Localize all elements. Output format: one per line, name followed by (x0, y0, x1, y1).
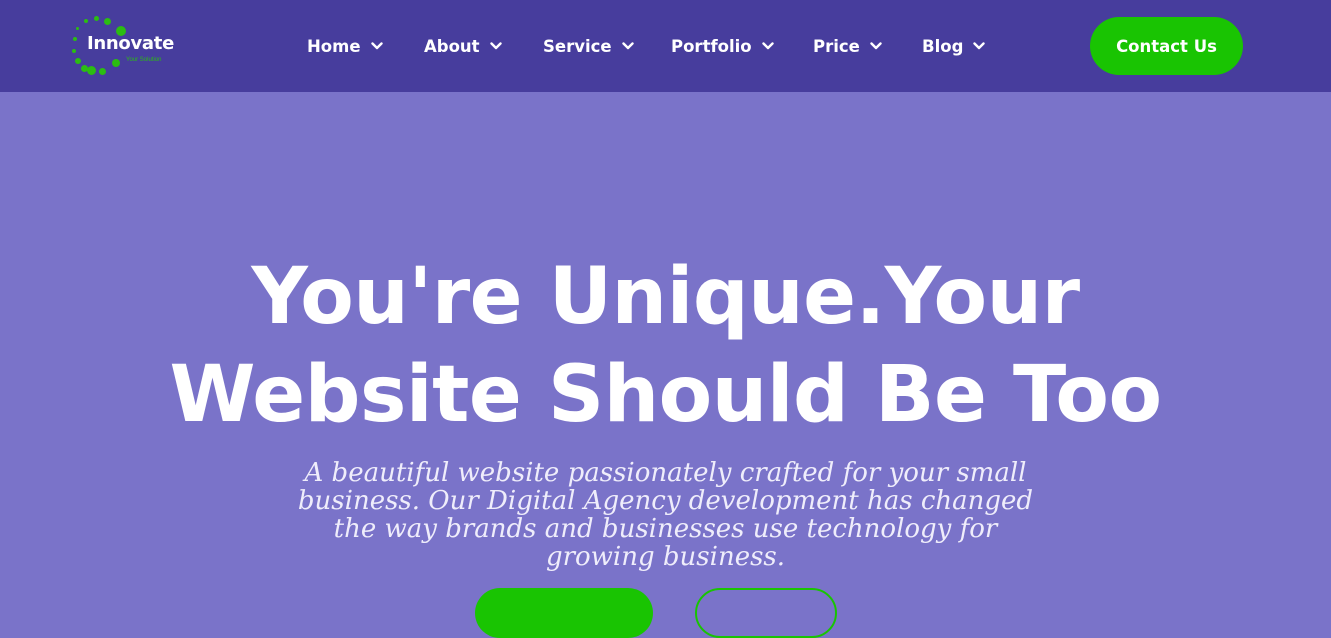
hero-subtitle-line: business. Our Digital Agency development… (297, 486, 1034, 516)
chevron-down-icon (489, 42, 502, 50)
hero-secondary-button[interactable] (695, 588, 837, 638)
nav-item-label: Price (813, 36, 860, 56)
nav-item-service[interactable]: Service (543, 34, 634, 58)
nav-item-about[interactable]: About (424, 34, 502, 58)
nav-item-home[interactable]: Home (307, 34, 383, 58)
chevron-down-icon (973, 42, 986, 50)
chevron-down-icon (621, 42, 634, 50)
nav-item-label: Service (543, 36, 612, 56)
nav-item-label: Portfolio (671, 36, 752, 56)
navbar: Innovate Your Solution Home About Servic… (0, 0, 1331, 92)
hero-title-line: You're Unique.Your (251, 252, 1080, 342)
hero-title: You're Unique.Your Website Should Be Too (0, 248, 1331, 444)
nav-item-portfolio[interactable]: Portfolio (671, 34, 774, 58)
nav-item-price[interactable]: Price (813, 34, 882, 58)
chevron-down-icon (870, 42, 882, 50)
nav-item-label: About (424, 36, 480, 56)
chevron-down-icon (370, 42, 383, 50)
contact-us-button[interactable]: Contact Us (1090, 17, 1243, 75)
hero-subtitle-line: growing business. (545, 542, 786, 572)
hero-subtitle-line: A beautiful website passionately crafted… (304, 458, 1027, 488)
chevron-down-icon (761, 42, 774, 50)
nav-item-label: Home (307, 36, 361, 56)
hero-title-line: Website Should Be Too (169, 350, 1162, 440)
hero-subtitle-line: the way brands and businesses use techno… (333, 514, 998, 544)
hero-primary-button[interactable] (475, 588, 653, 638)
nav-item-blog[interactable]: Blog (922, 34, 986, 58)
hero-subtitle: A beautiful website passionately crafted… (0, 459, 1331, 571)
nav-item-label: Blog (922, 36, 964, 56)
